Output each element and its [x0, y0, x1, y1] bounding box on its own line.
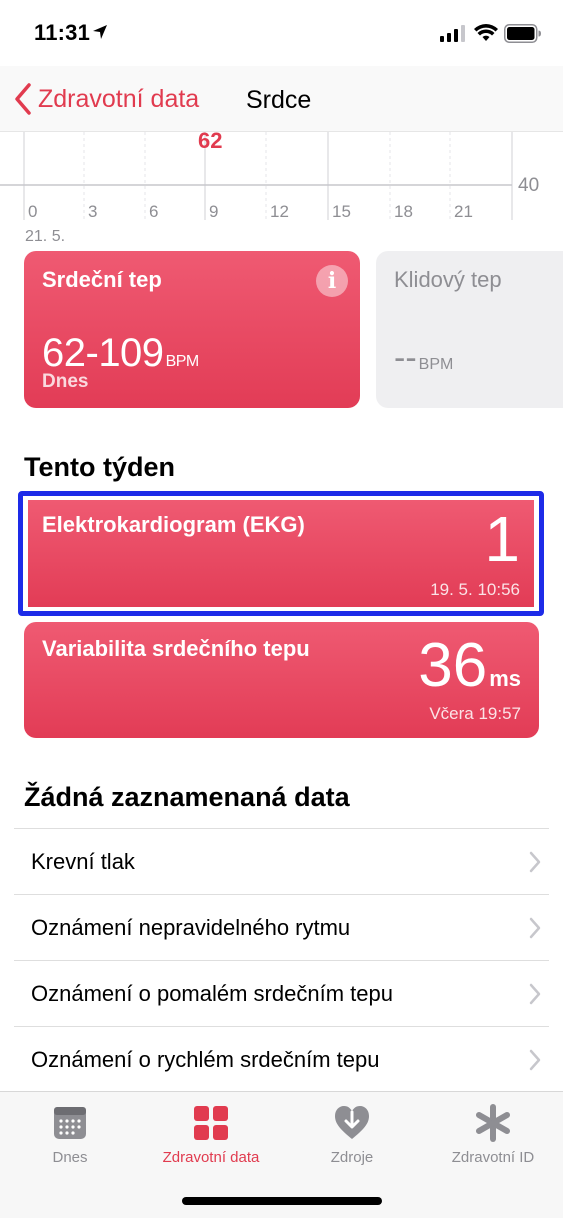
chevron-right-icon [529, 1049, 541, 1071]
x-tick: 15 [332, 202, 351, 221]
ekg-card[interactable]: Elektrokardiogram (EKG) 1 19. 5. 10:56 [28, 500, 534, 607]
tab-health-id[interactable]: Zdravotní ID [423, 1092, 563, 1182]
list-item[interactable]: Oznámení o pomalém srdečním tepu [14, 960, 549, 1026]
home-indicator[interactable] [182, 1197, 382, 1205]
location-arrow-icon [93, 25, 107, 39]
list-item-label: Oznámení nepravidelného rytmu [31, 915, 351, 940]
asterisk-icon [476, 1104, 510, 1142]
hrv-unit: ms [489, 666, 521, 691]
status-time: 11:31 [34, 20, 91, 45]
chart-grid [0, 132, 513, 220]
x-tick: 0 [28, 202, 38, 221]
tab-sources[interactable]: Zdroje [282, 1092, 422, 1182]
resting-value: -- BPM [394, 339, 454, 377]
heart-rate-period: Dnes [42, 371, 89, 392]
ekg-count: 1 [484, 503, 520, 575]
ekg-date: 19. 5. 10:56 [430, 580, 520, 599]
x-tick: 21 [454, 202, 473, 221]
wifi-icon [474, 24, 498, 41]
resting-title: Klidový tep [394, 267, 502, 292]
resting-unit: BPM [418, 356, 454, 373]
calendar-icon [54, 1107, 86, 1139]
tab-label: Zdroje [330, 1149, 374, 1166]
no-data-list: Krevní tlak Oznámení nepravidelného rytm… [0, 828, 563, 1092]
list-item[interactable]: Oznámení nepravidelného rytmu [14, 894, 549, 960]
cellular-signal-icon [440, 25, 465, 42]
list-item-label: Krevní tlak [31, 849, 135, 874]
y-axis-label: 40 [518, 175, 540, 196]
back-button[interactable]: Zdravotní data [12, 82, 199, 116]
tab-health-data[interactable]: Zdravotní data [141, 1092, 281, 1182]
back-button-label: Zdravotní data [38, 84, 200, 113]
hrv-date: Včera 19:57 [429, 704, 521, 723]
x-tick: 3 [88, 202, 98, 221]
heart-rate-card[interactable]: Srdeční tep 62-109 BPM Dnes [24, 251, 360, 408]
page-title: Srdce [246, 86, 312, 114]
grid-icon [194, 1106, 228, 1140]
tab-label: Dnes [52, 1149, 88, 1166]
list-item[interactable]: Oznámení o rychlém srdečním tepu [14, 1026, 549, 1092]
heart-rate-value: 62-109 BPM [42, 331, 200, 375]
tab-label: Zdravotní data [162, 1149, 260, 1166]
heart-rate-chart[interactable]: 62 0 3 6 9 12 15 18 21 40 21. 5. [0, 128, 563, 247]
heart-download-icon [335, 1106, 369, 1139]
chevron-right-icon [529, 917, 541, 939]
ekg-title: Elektrokardiogram (EKG) [42, 512, 305, 537]
chevron-right-icon [529, 851, 541, 873]
no-data-heading: Žádná zaznamenaná data [24, 782, 350, 812]
list-item-label: Oznámení o pomalém srdečním tepu [31, 981, 393, 1006]
hrv-value: 36ms [418, 631, 521, 700]
chevron-right-icon [529, 983, 541, 1005]
info-icon[interactable]: i [316, 265, 348, 297]
x-tick: 6 [149, 202, 159, 221]
chart-peak-label: 62 [198, 128, 223, 153]
x-tick: 12 [270, 202, 289, 221]
status-bar: 11:31 [0, 0, 563, 66]
x-tick: 9 [209, 202, 219, 221]
heart-rate-unit: BPM [165, 353, 200, 370]
this-week-heading: Tento týden [24, 452, 175, 482]
chart-date: 21. 5. [25, 228, 66, 245]
battery-icon [504, 24, 541, 43]
x-tick: 18 [394, 202, 413, 221]
tab-label: Zdravotní ID [451, 1149, 535, 1166]
list-item-label: Oznámení o rychlém srdečním tepu [31, 1047, 380, 1072]
hrv-card[interactable]: Variabilita srdečního tepu 36ms Včera 19… [24, 622, 539, 738]
heart-rate-title: Srdeční tep [42, 267, 162, 292]
hrv-title: Variabilita srdečního tepu [42, 636, 310, 661]
list-item[interactable]: Krevní tlak [14, 828, 549, 894]
chevron-left-icon [15, 83, 31, 115]
resting-heart-rate-card[interactable]: Klidový tep -- BPM [376, 251, 563, 408]
navigation-bar: Zdravotní data Srdce [0, 66, 563, 132]
tab-today[interactable]: Dnes [0, 1092, 140, 1182]
